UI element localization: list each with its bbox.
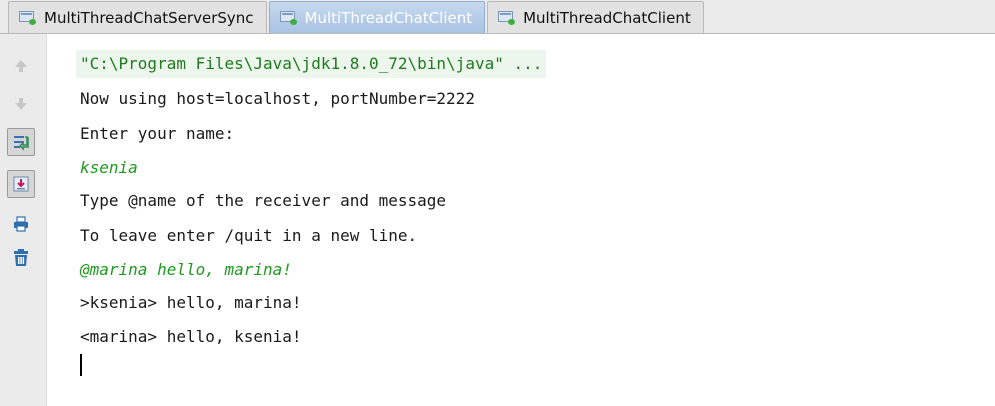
tab-label: MultiThreadChatServerSync xyxy=(44,8,254,27)
soft-wrap-icon[interactable] xyxy=(7,128,35,156)
console-toolbar xyxy=(0,34,47,406)
console-output-line: >ksenia> hello, marina! xyxy=(80,293,302,312)
console-output-line: <marina> hello, ksenia! xyxy=(80,327,302,346)
console-command-line: "C:\Program Files\Java\jdk1.8.0_72\bin\j… xyxy=(76,50,547,78)
arrow-down-icon[interactable] xyxy=(7,90,35,118)
tab-client-second[interactable]: MultiThreadChatClient xyxy=(487,1,704,33)
tab-server-sync[interactable]: MultiThreadChatServerSync xyxy=(8,1,267,33)
tab-label: MultiThreadChatClient xyxy=(304,8,473,27)
tab-label: MultiThreadChatClient xyxy=(523,8,691,27)
tab-client-active[interactable]: MultiThreadChatClient xyxy=(268,1,486,33)
arrow-up-icon[interactable] xyxy=(7,52,35,80)
trash-icon[interactable] xyxy=(7,244,35,272)
console-output-line: Type @name of the receiver and message xyxy=(80,191,447,210)
console-output-line: Now using host=localhost, portNumber=222… xyxy=(80,89,475,108)
console-output-line: To leave enter /quit in a new line. xyxy=(80,226,418,245)
console-tab-icon xyxy=(498,10,516,25)
console-tab-icon xyxy=(19,10,36,25)
console-output-line: Enter your name: xyxy=(80,124,235,143)
console-input-line: @marina hello, marina! xyxy=(80,260,292,279)
scroll-to-end-icon[interactable] xyxy=(7,170,35,198)
run-tab-bar: MultiThreadChatServerSync MultiThreadCha… xyxy=(0,0,995,34)
console-input-line: ksenia xyxy=(80,158,138,177)
print-icon[interactable] xyxy=(7,210,35,238)
console-window: MultiThreadChatServerSync MultiThreadCha… xyxy=(0,0,995,406)
console-tab-icon xyxy=(279,10,297,25)
console-output[interactable]: "C:\Program Files\Java\jdk1.8.0_72\bin\j… xyxy=(58,34,995,406)
text-cursor xyxy=(80,354,82,376)
